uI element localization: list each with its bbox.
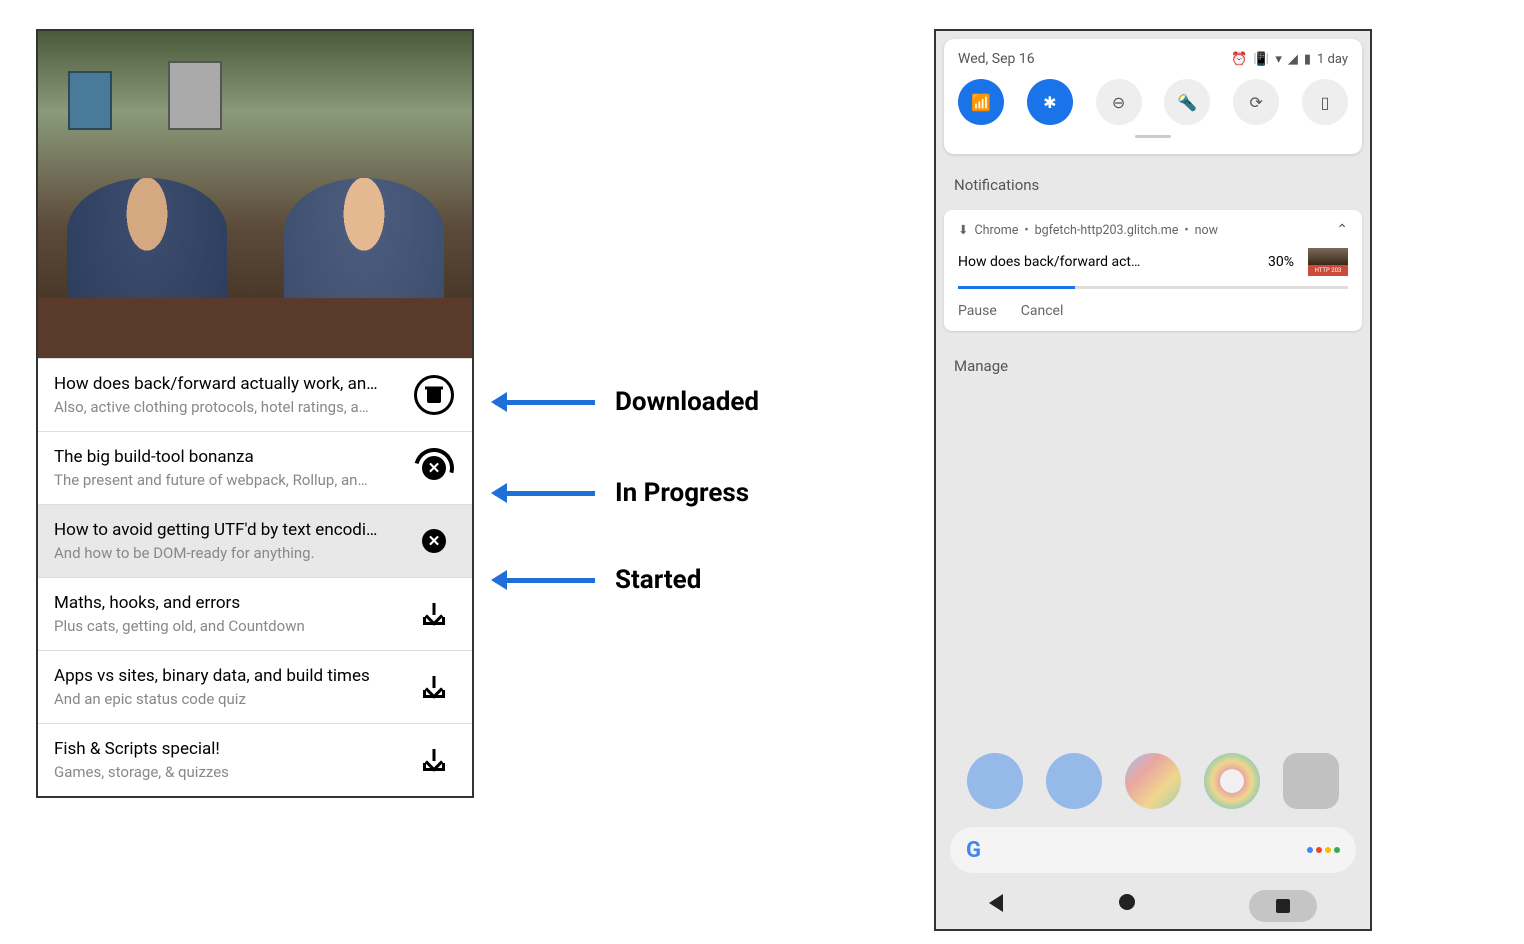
notification-title: How does back/forward act… — [958, 254, 1258, 270]
hero-image — [38, 31, 472, 358]
notifications-heading: Notifications — [936, 162, 1370, 204]
table-illustration — [38, 298, 472, 358]
list-item-title: Fish & Scripts special! — [54, 739, 402, 759]
app-panel: How does back/forward actually work, an…… — [36, 29, 474, 798]
download-button[interactable] — [412, 738, 456, 782]
list-item-subtitle: Games, storage, & quizzes — [54, 763, 402, 781]
arrow-icon — [495, 491, 595, 496]
home-row — [936, 753, 1370, 809]
annotation-in-progress: In Progress — [495, 478, 749, 508]
messages-app-icon[interactable] — [1046, 753, 1102, 809]
cancel-download-button[interactable]: ✕ — [412, 519, 456, 563]
annotation-downloaded: Downloaded — [495, 387, 759, 417]
download-icon — [423, 676, 445, 698]
list-item-title: Maths, hooks, and errors — [54, 593, 402, 613]
annotation-started: Started — [495, 565, 701, 595]
battery-icon: ▮ — [1304, 52, 1311, 67]
list-item-title: How does back/forward actually work, an… — [54, 374, 402, 394]
camera-app-icon[interactable] — [1283, 753, 1339, 809]
cancel-download-button[interactable]: ✕ — [412, 446, 456, 490]
arrow-icon — [495, 578, 595, 583]
google-logo-icon: G — [966, 838, 981, 863]
manage-button[interactable]: Manage — [936, 337, 1370, 395]
list-item[interactable]: Apps vs sites, binary data, and build ti… — [38, 650, 472, 723]
notification-card[interactable]: ⬇ Chrome • bgfetch-http203.glitch.me • n… — [944, 210, 1362, 331]
list-item-subtitle: And an epic status code quiz — [54, 690, 402, 708]
dnd-icon: ⊖ — [1112, 93, 1125, 112]
wifi-icon: ▾ — [1275, 52, 1282, 67]
status-date: Wed, Sep 16 — [958, 51, 1035, 67]
wifi-icon: 📶 — [971, 93, 991, 112]
qs-toggle-bluetooth[interactable]: ✱ — [1027, 79, 1073, 125]
rotate-icon: ⟳ — [1249, 93, 1262, 112]
status-icons: ⏰ 📳 ▾ ◢ ▮ 1 day — [1231, 52, 1348, 67]
download-icon — [423, 603, 445, 625]
list-item-title: Apps vs sites, binary data, and build ti… — [54, 666, 402, 686]
battery-saver-icon: ▯ — [1321, 93, 1330, 112]
quick-settings-card: Wed, Sep 16 ⏰ 📳 ▾ ◢ ▮ 1 day 📶 ✱ ⊖ 🔦 ⟳ ▯ — [944, 39, 1362, 154]
list-item[interactable]: How to avoid getting UTF'd by text encod… — [38, 504, 472, 577]
close-circle-icon: ✕ — [422, 529, 446, 553]
notification-thumbnail — [1308, 248, 1348, 276]
assistant-icon[interactable] — [1307, 847, 1340, 853]
chrome-app-icon[interactable] — [1204, 753, 1260, 809]
list-item-title: The big build-tool bonanza — [54, 447, 402, 467]
notification-source: bgfetch-http203.glitch.me — [1035, 223, 1179, 238]
list-item-subtitle: And how to be DOM-ready for anything. — [54, 544, 402, 562]
qs-toggle-wifi[interactable]: 📶 — [958, 79, 1004, 125]
delete-download-button[interactable] — [412, 373, 456, 417]
arrow-icon — [495, 400, 595, 405]
alarm-icon: ⏰ — [1231, 52, 1247, 67]
qs-toggle-rotate[interactable]: ⟳ — [1233, 79, 1279, 125]
vibrate-icon: 📳 — [1253, 52, 1269, 67]
qs-toggle-dnd[interactable]: ⊖ — [1096, 79, 1142, 125]
flashlight-icon: 🔦 — [1177, 93, 1197, 112]
nav-back-button[interactable] — [989, 894, 1013, 918]
chevron-up-icon[interactable]: ⌃ — [1336, 222, 1348, 238]
nav-overview-button[interactable] — [1119, 894, 1143, 918]
search-bar[interactable]: G — [950, 827, 1356, 873]
list-item[interactable]: The big build-tool bonanza The present an… — [38, 431, 472, 504]
progress-bar — [958, 286, 1348, 289]
download-button[interactable] — [412, 592, 456, 636]
progress-fill — [958, 286, 1075, 289]
download-button[interactable] — [412, 665, 456, 709]
progress-spinner-icon: ✕ — [414, 448, 454, 488]
nav-bar — [936, 883, 1370, 929]
annotation-label: Downloaded — [615, 387, 759, 417]
annotation-label: In Progress — [615, 478, 749, 508]
qs-toggle-flashlight[interactable]: 🔦 — [1164, 79, 1210, 125]
cancel-button[interactable]: Cancel — [1021, 303, 1064, 319]
trash-icon — [414, 375, 454, 415]
list-item[interactable]: Fish & Scripts special! Games, storage, &… — [38, 723, 472, 796]
play-store-icon[interactable] — [1125, 753, 1181, 809]
list-item-subtitle: The present and future of webpack, Rollu… — [54, 471, 402, 489]
list-item[interactable]: How does back/forward actually work, an…… — [38, 358, 472, 431]
download-icon: ⬇ — [958, 222, 968, 238]
list-item-title: How to avoid getting UTF'd by text encod… — [54, 520, 402, 540]
bluetooth-icon: ✱ — [1043, 93, 1056, 112]
pause-button[interactable]: Pause — [958, 303, 997, 319]
nav-home-button[interactable] — [1249, 890, 1317, 922]
annotation-label: Started — [615, 565, 701, 595]
signal-icon: ◢ — [1288, 52, 1298, 67]
notification-time: now — [1195, 223, 1218, 238]
download-icon — [423, 749, 445, 771]
battery-text: 1 day — [1317, 52, 1348, 67]
list-item[interactable]: Maths, hooks, and errors Plus cats, getti… — [38, 577, 472, 650]
phone-screenshot: Wed, Sep 16 ⏰ 📳 ▾ ◢ ▮ 1 day 📶 ✱ ⊖ 🔦 ⟳ ▯ Notif… — [934, 29, 1372, 931]
list-item-subtitle: Also, active clothing protocols, hotel r… — [54, 398, 402, 416]
notification-percent: 30% — [1268, 254, 1294, 270]
list-item-subtitle: Plus cats, getting old, and Countdown — [54, 617, 402, 635]
qs-toggle-battery-saver[interactable]: ▯ — [1302, 79, 1348, 125]
notification-header: ⬇ Chrome • bgfetch-http203.glitch.me • n… — [958, 222, 1348, 238]
drag-handle[interactable] — [1135, 135, 1171, 138]
notification-app: Chrome — [974, 223, 1018, 238]
phone-app-icon[interactable] — [967, 753, 1023, 809]
